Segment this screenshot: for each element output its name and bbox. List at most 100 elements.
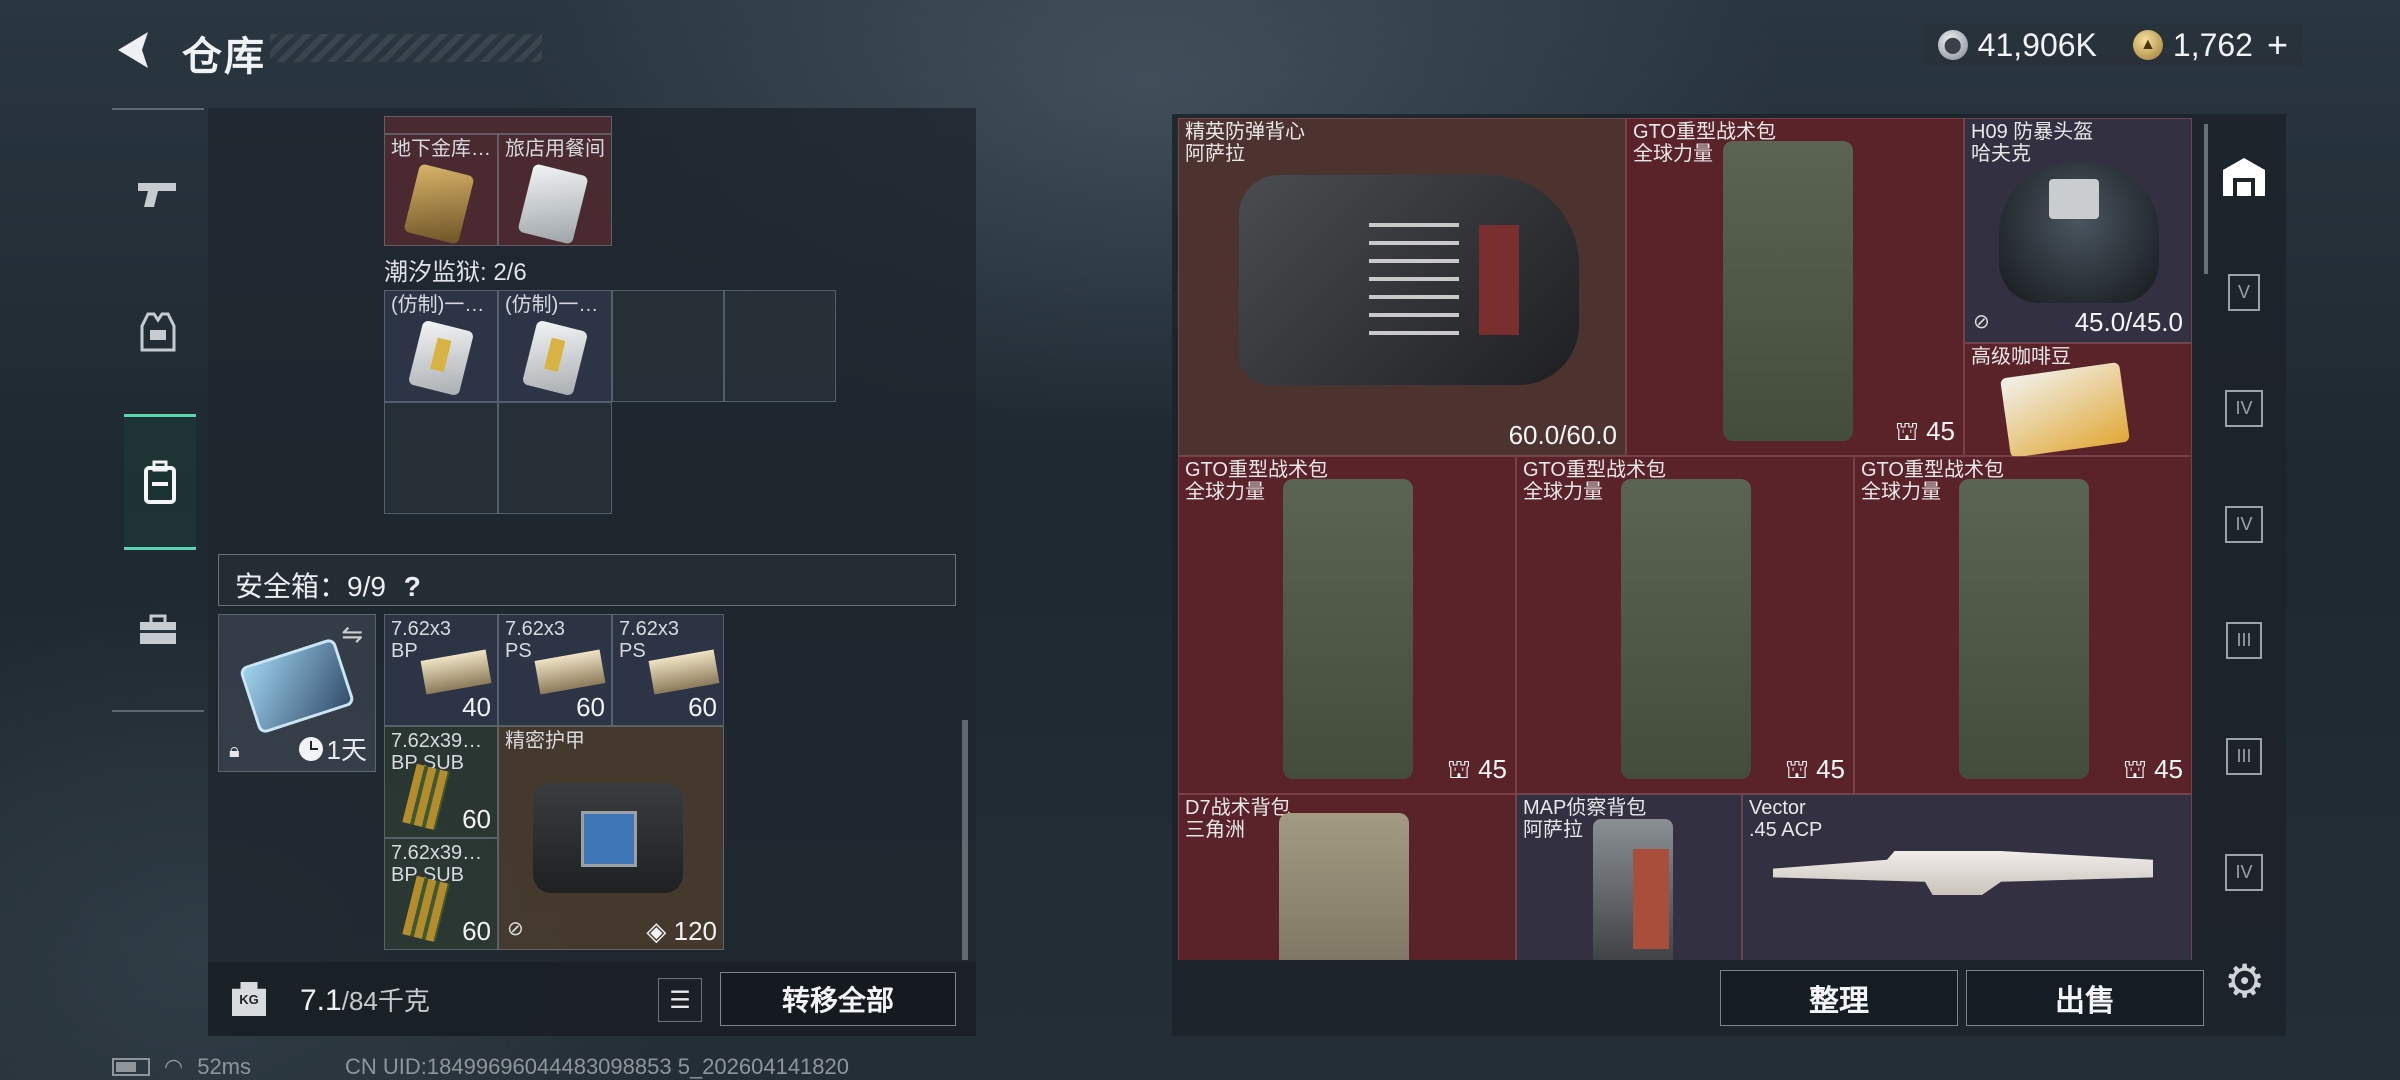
item-cell[interactable]: 地下金库… [384, 134, 498, 246]
silver-coin-icon: ⬤ [1937, 30, 1968, 60]
stash-item-backpack[interactable]: D7战术背包 三角洲 [1178, 794, 1516, 960]
armor-cell[interactable]: 精密护甲 ⊘ ◈ 120 [498, 726, 724, 950]
stash-grid: 精英防弹背心 阿萨拉 60.0/60.0 GTO重型战术包 全球力量 ⛫ 45 … [1178, 118, 2192, 960]
ammo-cell[interactable]: 7.62x39 PS 60 [498, 614, 612, 726]
durability: ◈ 120 [646, 916, 717, 947]
ammo-cell[interactable]: 7.62x39 PS 60 [612, 614, 724, 726]
empty-slot[interactable] [498, 402, 612, 514]
item-name: H09 防暴头盔 哈夫克 [1971, 121, 2094, 165]
rifle-image [1773, 851, 2153, 895]
timer: 1天 [298, 730, 367, 767]
timer-value: 1天 [326, 735, 367, 765]
capacity-icon: ⛫ [1784, 754, 1809, 784]
ammo-count: 40 [462, 692, 491, 722]
help-button[interactable]: ? [404, 571, 421, 602]
ammo-count: 60 [462, 804, 491, 834]
tab-weapons[interactable] [124, 160, 192, 228]
stash-item-backpack[interactable]: GTO重型战术包 全球力量 ⛫ 45 [1178, 456, 1516, 794]
stash-item-coffee[interactable]: 高级咖啡豆 [1964, 343, 2192, 458]
tab-stash-2[interactable]: IV [2216, 380, 2272, 436]
add-currency-button[interactable]: + [2267, 24, 2288, 66]
item-cell[interactable]: 旅店用餐间 [498, 134, 612, 246]
stash-item-backpack[interactable]: MAP侦察背包 阿萨拉 [1516, 794, 1742, 960]
title-stripe-decoration [270, 34, 542, 62]
tab-stash-5[interactable]: III [2216, 728, 2272, 784]
empty-slot[interactable] [384, 402, 498, 514]
item-durability: 60.0/60.0 [1508, 420, 1617, 450]
durability-value: 120 [673, 916, 717, 946]
backpack-icon [144, 460, 176, 504]
item-name: D7战术背包 三角洲 [1185, 797, 1291, 841]
uid: CN UID:18499696044483098853 5_2026041418… [345, 1054, 850, 1079]
item-cell[interactable]: (仿制)一… [384, 290, 498, 402]
armor-case-icon [533, 783, 683, 893]
stash-item-weapon[interactable]: Vector .45 ACP [1742, 794, 2192, 960]
ammo-cell[interactable]: 7.62x39… BP SUB 60 [384, 726, 498, 838]
empty-slot[interactable] [612, 290, 724, 402]
stash-item-backpack[interactable]: GTO重型战术包 全球力量 ⛫ 45 [1854, 456, 2192, 794]
stash-item-backpack[interactable]: GTO重型战术包 全球力量 ⛫ 45 [1626, 118, 1964, 456]
item-name: 精英防弹背心 阿萨拉 [1185, 121, 1305, 165]
sort-button[interactable]: 整理 [1720, 970, 1958, 1026]
toolbox-icon [140, 614, 176, 644]
armor-label: 精密护甲 [505, 730, 585, 752]
item-cell[interactable]: (仿制)一… [498, 290, 612, 402]
helmet-image [1999, 163, 2159, 303]
tab-backpack[interactable] [124, 414, 196, 550]
swap-icon[interactable]: ⇋ [341, 619, 363, 650]
stash-item-helmet[interactable]: H09 防暴头盔 哈夫克 ⊘ 45.0/45.0 [1964, 118, 2192, 343]
tier-tab-icon: IV [2225, 505, 2263, 543]
backpack-image [1959, 479, 2089, 779]
sell-button[interactable]: 出售 [1966, 970, 2204, 1026]
capacity-icon: ⛫ [1894, 416, 1919, 446]
list-icon: ☰ [669, 986, 691, 1014]
back-arrow-icon [118, 32, 148, 68]
tab-stash-3[interactable]: IV [2216, 496, 2272, 552]
settings-gear-icon[interactable]: ⚙ [2224, 954, 2265, 1008]
broken-icon: ⊘ [1973, 311, 1990, 333]
backpack-image [1279, 813, 1409, 960]
item-durability: 45.0/45.0 [2074, 307, 2183, 337]
backpack-footer: KG 7.1/84千克 ☰ 转移全部 [208, 962, 976, 1036]
tab-stash-1[interactable]: V [2216, 264, 2272, 320]
tab-stash-6[interactable]: IV [2216, 844, 2272, 900]
stash-tabs: V IV IV III III IV [2202, 118, 2286, 960]
ammo-count: 60 [462, 916, 491, 946]
empty-slot[interactable] [724, 290, 836, 402]
weight-readout: 7.1/84千克 [300, 981, 430, 1018]
broken-icon: ⊘ [507, 918, 524, 940]
keycard-icon [403, 163, 475, 245]
ammo-count: 60 [688, 692, 717, 722]
backpack-image [1283, 479, 1413, 779]
stash-item-vest[interactable]: 精英防弹背心 阿萨拉 60.0/60.0 [1178, 118, 1626, 456]
ammo-cell[interactable]: 7.62x39 BP 40 [384, 614, 498, 726]
tab-toolbox[interactable] [124, 596, 192, 664]
backpack-scrollbar[interactable] [962, 720, 968, 960]
backpack-image [1723, 141, 1853, 441]
gold-amount: 1,762 [2172, 26, 2253, 63]
capacity: ⛫ 45 [1785, 754, 1845, 789]
partial-row [384, 116, 612, 134]
keycard-icon [407, 319, 475, 397]
weight-icon: KG [232, 982, 266, 1016]
stash-item-backpack[interactable]: GTO重型战术包 全球力量 ⛫ 45 [1516, 456, 1854, 794]
tab-all-stash[interactable] [2216, 148, 2272, 204]
list-view-button[interactable]: ☰ [658, 978, 702, 1022]
tab-stash-4[interactable]: III [2216, 612, 2272, 668]
ammo-count: 60 [576, 692, 605, 722]
back-button[interactable] [112, 28, 152, 72]
tier-tab-icon: III [2226, 621, 2262, 659]
battery-icon [112, 1058, 150, 1076]
safe-box-slot[interactable]: ⇋ 🔒︎ 1天 [218, 614, 376, 772]
pistol-icon [138, 183, 176, 207]
map-section-title: 潮汐监狱: 2/6 [384, 259, 527, 286]
ammo-label: 7.62x39… BP SUB [391, 730, 483, 774]
transfer-all-button[interactable]: 转移全部 [720, 972, 956, 1026]
ammo-cell[interactable]: 7.62x39… BP SUB 60 [384, 838, 498, 950]
tier-tab-icon: IV [2225, 389, 2263, 427]
safe-box-header: 安全箱：9/9 ? [218, 554, 956, 606]
item-label: 旅店用餐间 [505, 138, 605, 160]
tab-armor[interactable] [124, 298, 192, 366]
item-name: 高级咖啡豆 [1971, 346, 2071, 368]
tier-tab-icon: V [2227, 273, 2260, 311]
